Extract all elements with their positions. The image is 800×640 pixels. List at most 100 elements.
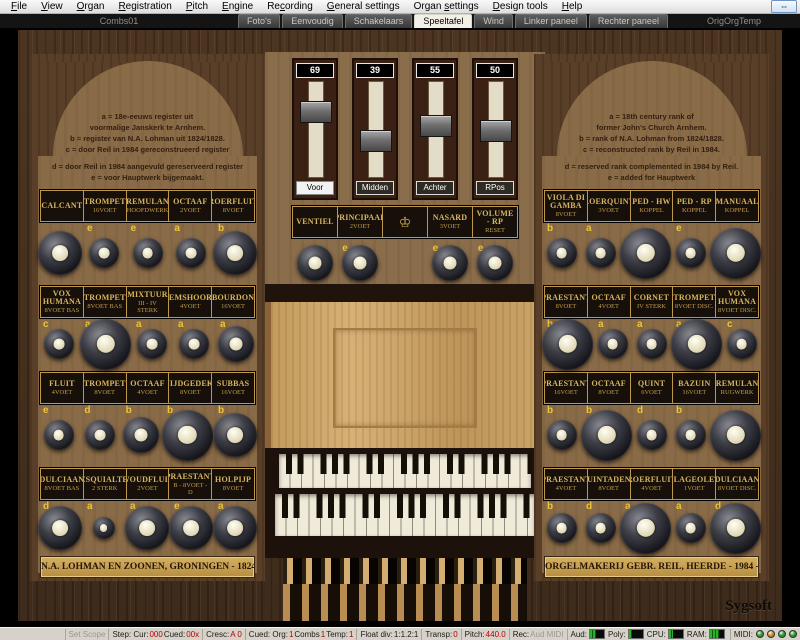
combination-set-label: Combs01: [0, 15, 238, 28]
stop-knob-vox-humana[interactable]: [44, 329, 74, 359]
stop-knob-flageolet[interactable]: [676, 513, 706, 543]
upper-manual-keys[interactable]: [279, 454, 531, 488]
stop-knob-mixtuur[interactable]: [137, 329, 167, 359]
stop-knob-nasard[interactable]: [432, 245, 468, 281]
slider-label: Midden: [356, 181, 394, 195]
stop-knob-fluit[interactable]: [44, 420, 74, 450]
tab-speeltafel[interactable]: Speeltafel: [414, 14, 472, 28]
slider-handle[interactable]: [480, 120, 512, 142]
stop-knob-roerfluit[interactable]: [620, 503, 671, 554]
stop-knob-praestant[interactable]: [542, 319, 593, 370]
stop-knob-holpijp[interactable]: [213, 506, 257, 550]
slider-handle[interactable]: [420, 115, 452, 137]
stop-knob-principaal[interactable]: [342, 245, 378, 281]
stop-knob-cornet[interactable]: [637, 329, 667, 359]
stop-knob-quint[interactable]: [637, 420, 667, 450]
stop-knob-bourdon[interactable]: [218, 326, 254, 362]
stop-knob-roerfluit[interactable]: [213, 231, 257, 275]
stop-knob-sesquialter[interactable]: [93, 517, 115, 539]
tab-wind[interactable]: Wind: [474, 14, 513, 28]
slider-track[interactable]: [296, 81, 334, 178]
stop-label-trompet: TROMPET16VOET: [84, 191, 127, 221]
stop-knob-octaaf[interactable]: [123, 417, 159, 453]
stop-label-cornet: CORNETIV STERK: [631, 287, 674, 317]
slider-handle[interactable]: [360, 130, 392, 152]
stop-knob-wijdgedekt[interactable]: [162, 410, 213, 461]
slider-handle[interactable]: [300, 101, 332, 123]
stop-label-quintadena: QUINTADENA8VOET: [588, 469, 631, 499]
menu-design-tools[interactable]: Design tools: [486, 0, 555, 13]
stop-knob-vox-humana[interactable]: [727, 329, 757, 359]
stop-knob-trompet[interactable]: [89, 238, 119, 268]
stop-knob-dulciaan[interactable]: [710, 503, 761, 554]
stop-knob-trompet[interactable]: [85, 420, 115, 450]
menu-organ[interactable]: Organ: [70, 0, 112, 13]
menu-organ-settings[interactable]: Organ settings: [407, 0, 486, 13]
stop-knob-volume-rp[interactable]: [477, 245, 513, 281]
stop-knob-bazuin[interactable]: [676, 420, 706, 450]
slider-value: 50: [476, 63, 514, 78]
stop-knob-praestant[interactable]: [547, 420, 577, 450]
menu-view[interactable]: View: [34, 0, 70, 13]
stop-label-quint: QUINT6VOET: [631, 373, 674, 403]
console-center: 69Voor39Midden55Achter50RPos VENTIELPRIN…: [265, 30, 545, 621]
tab-linker-paneel[interactable]: Linker paneel: [515, 14, 587, 28]
stop-label-calcant: CALCANT: [41, 191, 84, 221]
menu-general-settings[interactable]: General settings: [320, 0, 407, 13]
status-midi: MIDI:: [730, 629, 800, 640]
stop-label-subbas: SUBBAS16VOET: [212, 373, 254, 403]
stop-knob-praestant[interactable]: [169, 506, 213, 550]
stop-knob-trompet[interactable]: [80, 319, 131, 370]
lower-manual-keys[interactable]: [275, 494, 535, 536]
stop-knob-ped-hw[interactable]: [620, 228, 671, 279]
stop-knob-octaaf[interactable]: [581, 410, 632, 461]
slider-track[interactable]: [416, 81, 454, 178]
left-stop-jamb-inner: a = 18e-eeuws register uitvoormalige Jan…: [38, 62, 257, 573]
menu-help[interactable]: Help: [555, 0, 590, 13]
stop-knob-ventiel[interactable]: [297, 245, 333, 281]
stop-knob-tremulant[interactable]: [710, 410, 761, 461]
stop-knob-roerquint[interactable]: [586, 238, 616, 268]
stop-knob-octaaf[interactable]: [176, 238, 206, 268]
slider-track[interactable]: [356, 81, 394, 178]
pedalboard[interactable]: [283, 558, 527, 621]
tab-rechter-paneel[interactable]: Rechter paneel: [589, 14, 668, 28]
right-jamb-knobs-3: bbdb: [542, 404, 761, 466]
stop-knob-quintadena[interactable]: [586, 513, 616, 543]
float-window-button[interactable]: ⇔: [771, 0, 797, 13]
tab-schakelaars[interactable]: Schakelaars: [345, 14, 413, 28]
legend-line: b = register van N.A. Lohman uit 1824/18…: [53, 133, 243, 144]
stop-letter: e: [43, 405, 49, 416]
stop-knob-trompet[interactable]: [671, 319, 722, 370]
stop-knob-octaaf[interactable]: [598, 329, 628, 359]
stop-label-tremulant: TREMULANTRUGWERK: [716, 373, 758, 403]
tab-foto-s[interactable]: Foto's: [238, 14, 280, 28]
stop-knob-viola-di-gamba[interactable]: [547, 238, 577, 268]
stop-knob-dulciaan[interactable]: [38, 506, 82, 550]
hauptwerk-window: FileViewOrganRegistrationPitchEngineReco…: [0, 0, 800, 640]
menu-engine[interactable]: Engine: [215, 0, 260, 13]
menu-file[interactable]: File: [4, 0, 34, 13]
menu-registration[interactable]: Registration: [111, 0, 178, 13]
stop-knob-subbas[interactable]: [213, 413, 257, 457]
stop-knob-ped-rp[interactable]: [676, 238, 706, 268]
legend-line: c = door Reil in 1984 gereconstrueerd re…: [53, 144, 243, 155]
stop-knob-tremulant[interactable]: [133, 238, 163, 268]
stop-label-viola-di-gamba: VIOLA DI GAMBA8VOET: [545, 191, 588, 221]
menu-pitch[interactable]: Pitch: [179, 0, 215, 13]
stop-letter: d: [84, 405, 90, 416]
stop-knob-praestant[interactable]: [547, 513, 577, 543]
slider-track[interactable]: [476, 81, 514, 178]
status-float-div: Float div: 1:1.2:1: [356, 629, 421, 640]
meter-aud: [589, 629, 605, 639]
slider-value: 39: [356, 63, 394, 78]
stop-knob-manuaal[interactable]: [710, 228, 761, 279]
tab-eenvoudig[interactable]: Eenvoudig: [282, 14, 343, 28]
legend-line: c = reconstructed rank by Reil in 1984.: [557, 144, 747, 155]
stop-knob-calcant[interactable]: [38, 231, 82, 275]
stop-letter: c: [43, 319, 49, 330]
stop-knob-gemshoorn[interactable]: [179, 329, 209, 359]
stop-letter: e: [87, 223, 93, 234]
stop-knob-woudfluit[interactable]: [125, 506, 169, 550]
menu-recording[interactable]: Recording: [260, 0, 320, 13]
